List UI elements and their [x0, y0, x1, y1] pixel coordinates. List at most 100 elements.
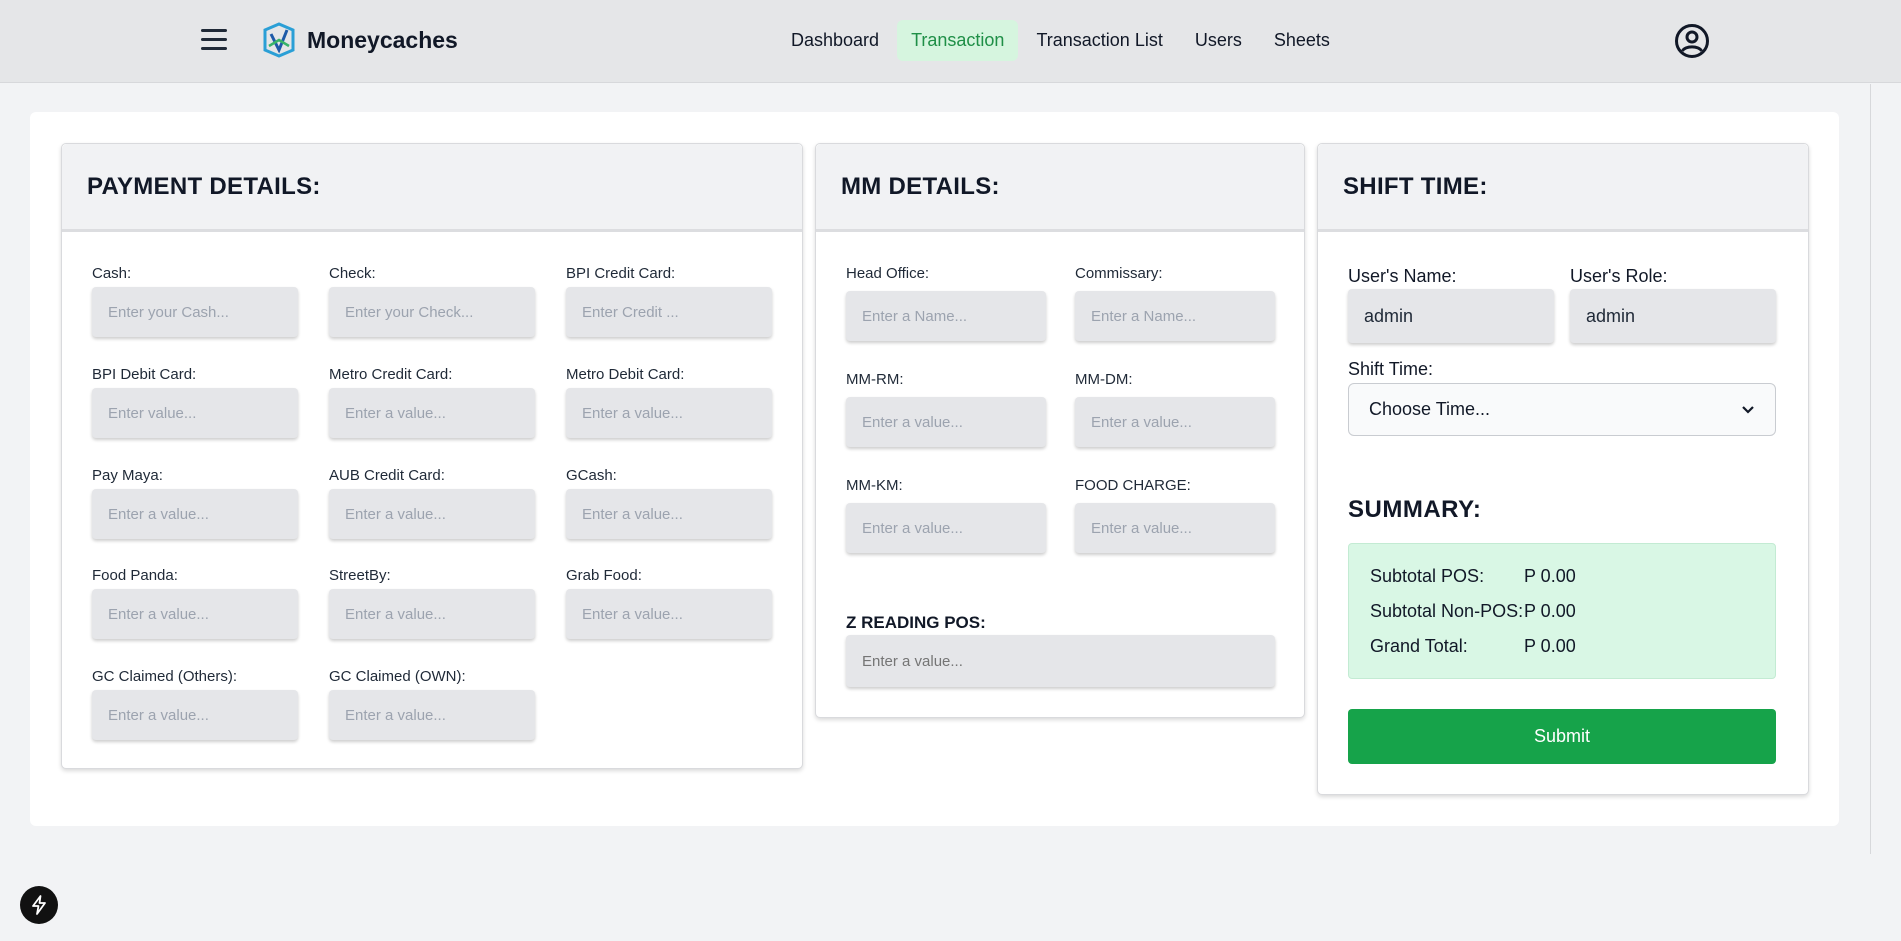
mm-details-card: MM DETAILS: Head Office: Commissary: MM-… — [815, 143, 1305, 718]
field-label: MM-DM: — [1075, 371, 1133, 388]
field-streetby: StreetBy: — [329, 567, 535, 639]
bpi-credit-card-input[interactable] — [566, 287, 772, 337]
field-label: AUB Credit Card: — [329, 467, 445, 484]
field-metro-debit: Metro Debit Card: — [566, 366, 772, 438]
z-reading-pos-input[interactable] — [846, 635, 1275, 687]
shift-time-title: SHIFT TIME: — [1343, 172, 1488, 200]
field-label: Check: — [329, 265, 376, 282]
payment-details-header: PAYMENT DETAILS: — [62, 144, 802, 232]
summary-label: Subtotal Non-POS: — [1370, 601, 1524, 621]
field-label: Grab Food: — [566, 567, 642, 584]
summary-value: P 0.00 — [1524, 636, 1576, 656]
food-charge-input[interactable] — [1075, 503, 1275, 553]
logo-icon — [263, 22, 295, 58]
brand[interactable]: Moneycaches — [259, 20, 458, 60]
user-name-input[interactable] — [1348, 289, 1554, 343]
main-nav: Dashboard Transaction Transaction List U… — [777, 20, 1344, 61]
field-label: Commissary: — [1075, 265, 1163, 282]
mm-km-input[interactable] — [846, 503, 1046, 553]
field-label: GC Claimed (OWN): — [329, 668, 466, 685]
nav-sheets[interactable]: Sheets — [1260, 20, 1344, 61]
field-grab-food: Grab Food: — [566, 567, 772, 639]
field-label: GCash: — [566, 467, 617, 484]
field-gcash: GCash: — [566, 467, 772, 539]
payment-details-title: PAYMENT DETAILS: — [87, 172, 321, 200]
shift-time-label: Shift Time: — [1348, 359, 1434, 379]
food-panda-input[interactable] — [92, 589, 298, 639]
field-label: Cash: — [92, 265, 132, 282]
summary-value: P 0.00 — [1524, 566, 1576, 586]
pay-maya-input[interactable] — [92, 489, 298, 539]
field-food-charge: FOOD CHARGE: — [1075, 477, 1275, 553]
field-cash: Cash: — [92, 265, 298, 337]
commissary-input[interactable] — [1075, 291, 1275, 341]
field-gc-claimed-own: GC Claimed (OWN): — [329, 668, 535, 740]
gc-claimed-others-input[interactable] — [92, 690, 298, 740]
lightning-icon — [32, 895, 46, 915]
field-metro-credit: Metro Credit Card: — [329, 366, 535, 438]
field-label: GC Claimed (Others): — [92, 668, 238, 685]
field-label: Pay Maya: — [92, 467, 163, 484]
shift-time-card: SHIFT TIME: User's Name: User's Role: Sh… — [1317, 143, 1809, 795]
shift-time-header: SHIFT TIME: — [1318, 144, 1808, 232]
field-label: FOOD CHARGE: — [1075, 477, 1191, 494]
user-circle-icon[interactable] — [1674, 23, 1710, 59]
nav-transaction-list[interactable]: Transaction List — [1022, 20, 1176, 61]
z-reading-label: Z READING POS: — [846, 613, 986, 632]
field-mm-rm: MM-RM: — [846, 371, 1046, 447]
page-edge — [1870, 84, 1871, 854]
summary-box: Subtotal POS: P 0.00 Subtotal Non-POS: P… — [1348, 543, 1776, 679]
user-role-input[interactable] — [1570, 289, 1776, 343]
mm-rm-input[interactable] — [846, 397, 1046, 447]
field-aub-credit: AUB Credit Card: — [329, 467, 535, 539]
bolt-button[interactable] — [20, 886, 58, 924]
submit-button[interactable]: Submit — [1348, 709, 1776, 764]
user-role-label: User's Role: — [1570, 266, 1668, 286]
mm-details-title: MM DETAILS: — [841, 172, 1000, 200]
hamburger-icon[interactable] — [201, 26, 227, 52]
nav-dashboard[interactable]: Dashboard — [777, 20, 893, 61]
grab-food-input[interactable] — [566, 589, 772, 639]
field-label: StreetBy: — [329, 567, 391, 584]
field-label: Metro Debit Card: — [566, 366, 685, 383]
mm-details-header: MM DETAILS: — [816, 144, 1304, 232]
summary-label: Grand Total: — [1370, 636, 1468, 656]
cash-input[interactable] — [92, 287, 298, 337]
mm-dm-input[interactable] — [1075, 397, 1275, 447]
field-food-panda: Food Panda: — [92, 567, 298, 639]
field-mm-km: MM-KM: — [846, 477, 1046, 553]
field-pay-maya: Pay Maya: — [92, 467, 298, 539]
field-label: Metro Credit Card: — [329, 366, 453, 383]
field-label: MM-KM: — [846, 477, 903, 494]
payment-details-card: PAYMENT DETAILS: Cash: Check: BPI Credit… — [61, 143, 803, 769]
check-input[interactable] — [329, 287, 535, 337]
head-office-input[interactable] — [846, 291, 1046, 341]
user-name-label: User's Name: — [1348, 266, 1457, 286]
nav-users[interactable]: Users — [1181, 20, 1256, 61]
shift-time-selected: Choose Time... — [1369, 399, 1491, 419]
gc-claimed-own-input[interactable] — [329, 690, 535, 740]
bpi-debit-card-input[interactable] — [92, 388, 298, 438]
field-commissary: Commissary: — [1075, 265, 1275, 341]
aub-credit-card-input[interactable] — [329, 489, 535, 539]
shift-time-select[interactable]: Choose Time... — [1348, 383, 1776, 436]
summary-label: Subtotal POS: — [1370, 566, 1485, 586]
metro-debit-card-input[interactable] — [566, 388, 772, 438]
field-head-office: Head Office: — [846, 265, 1046, 341]
top-navbar: Moneycaches Dashboard Transaction Transa… — [0, 0, 1901, 83]
nav-transaction[interactable]: Transaction — [897, 20, 1019, 61]
field-label: BPI Credit Card: — [566, 265, 676, 282]
gcash-input[interactable] — [566, 489, 772, 539]
metro-credit-card-input[interactable] — [329, 388, 535, 438]
field-bpi-credit: BPI Credit Card: — [566, 265, 772, 337]
field-mm-dm: MM-DM: — [1075, 371, 1275, 447]
field-bpi-debit: BPI Debit Card: — [92, 366, 298, 438]
field-label: Food Panda: — [92, 567, 178, 584]
summary-title: SUMMARY: — [1348, 496, 1482, 523]
field-label: MM-RM: — [846, 371, 904, 388]
field-gc-claimed-others: GC Claimed (Others): — [92, 668, 298, 740]
field-label: BPI Debit Card: — [92, 366, 197, 383]
chevron-down-icon — [1742, 405, 1754, 414]
streetby-input[interactable] — [329, 589, 535, 639]
summary-value: P 0.00 — [1524, 601, 1576, 621]
